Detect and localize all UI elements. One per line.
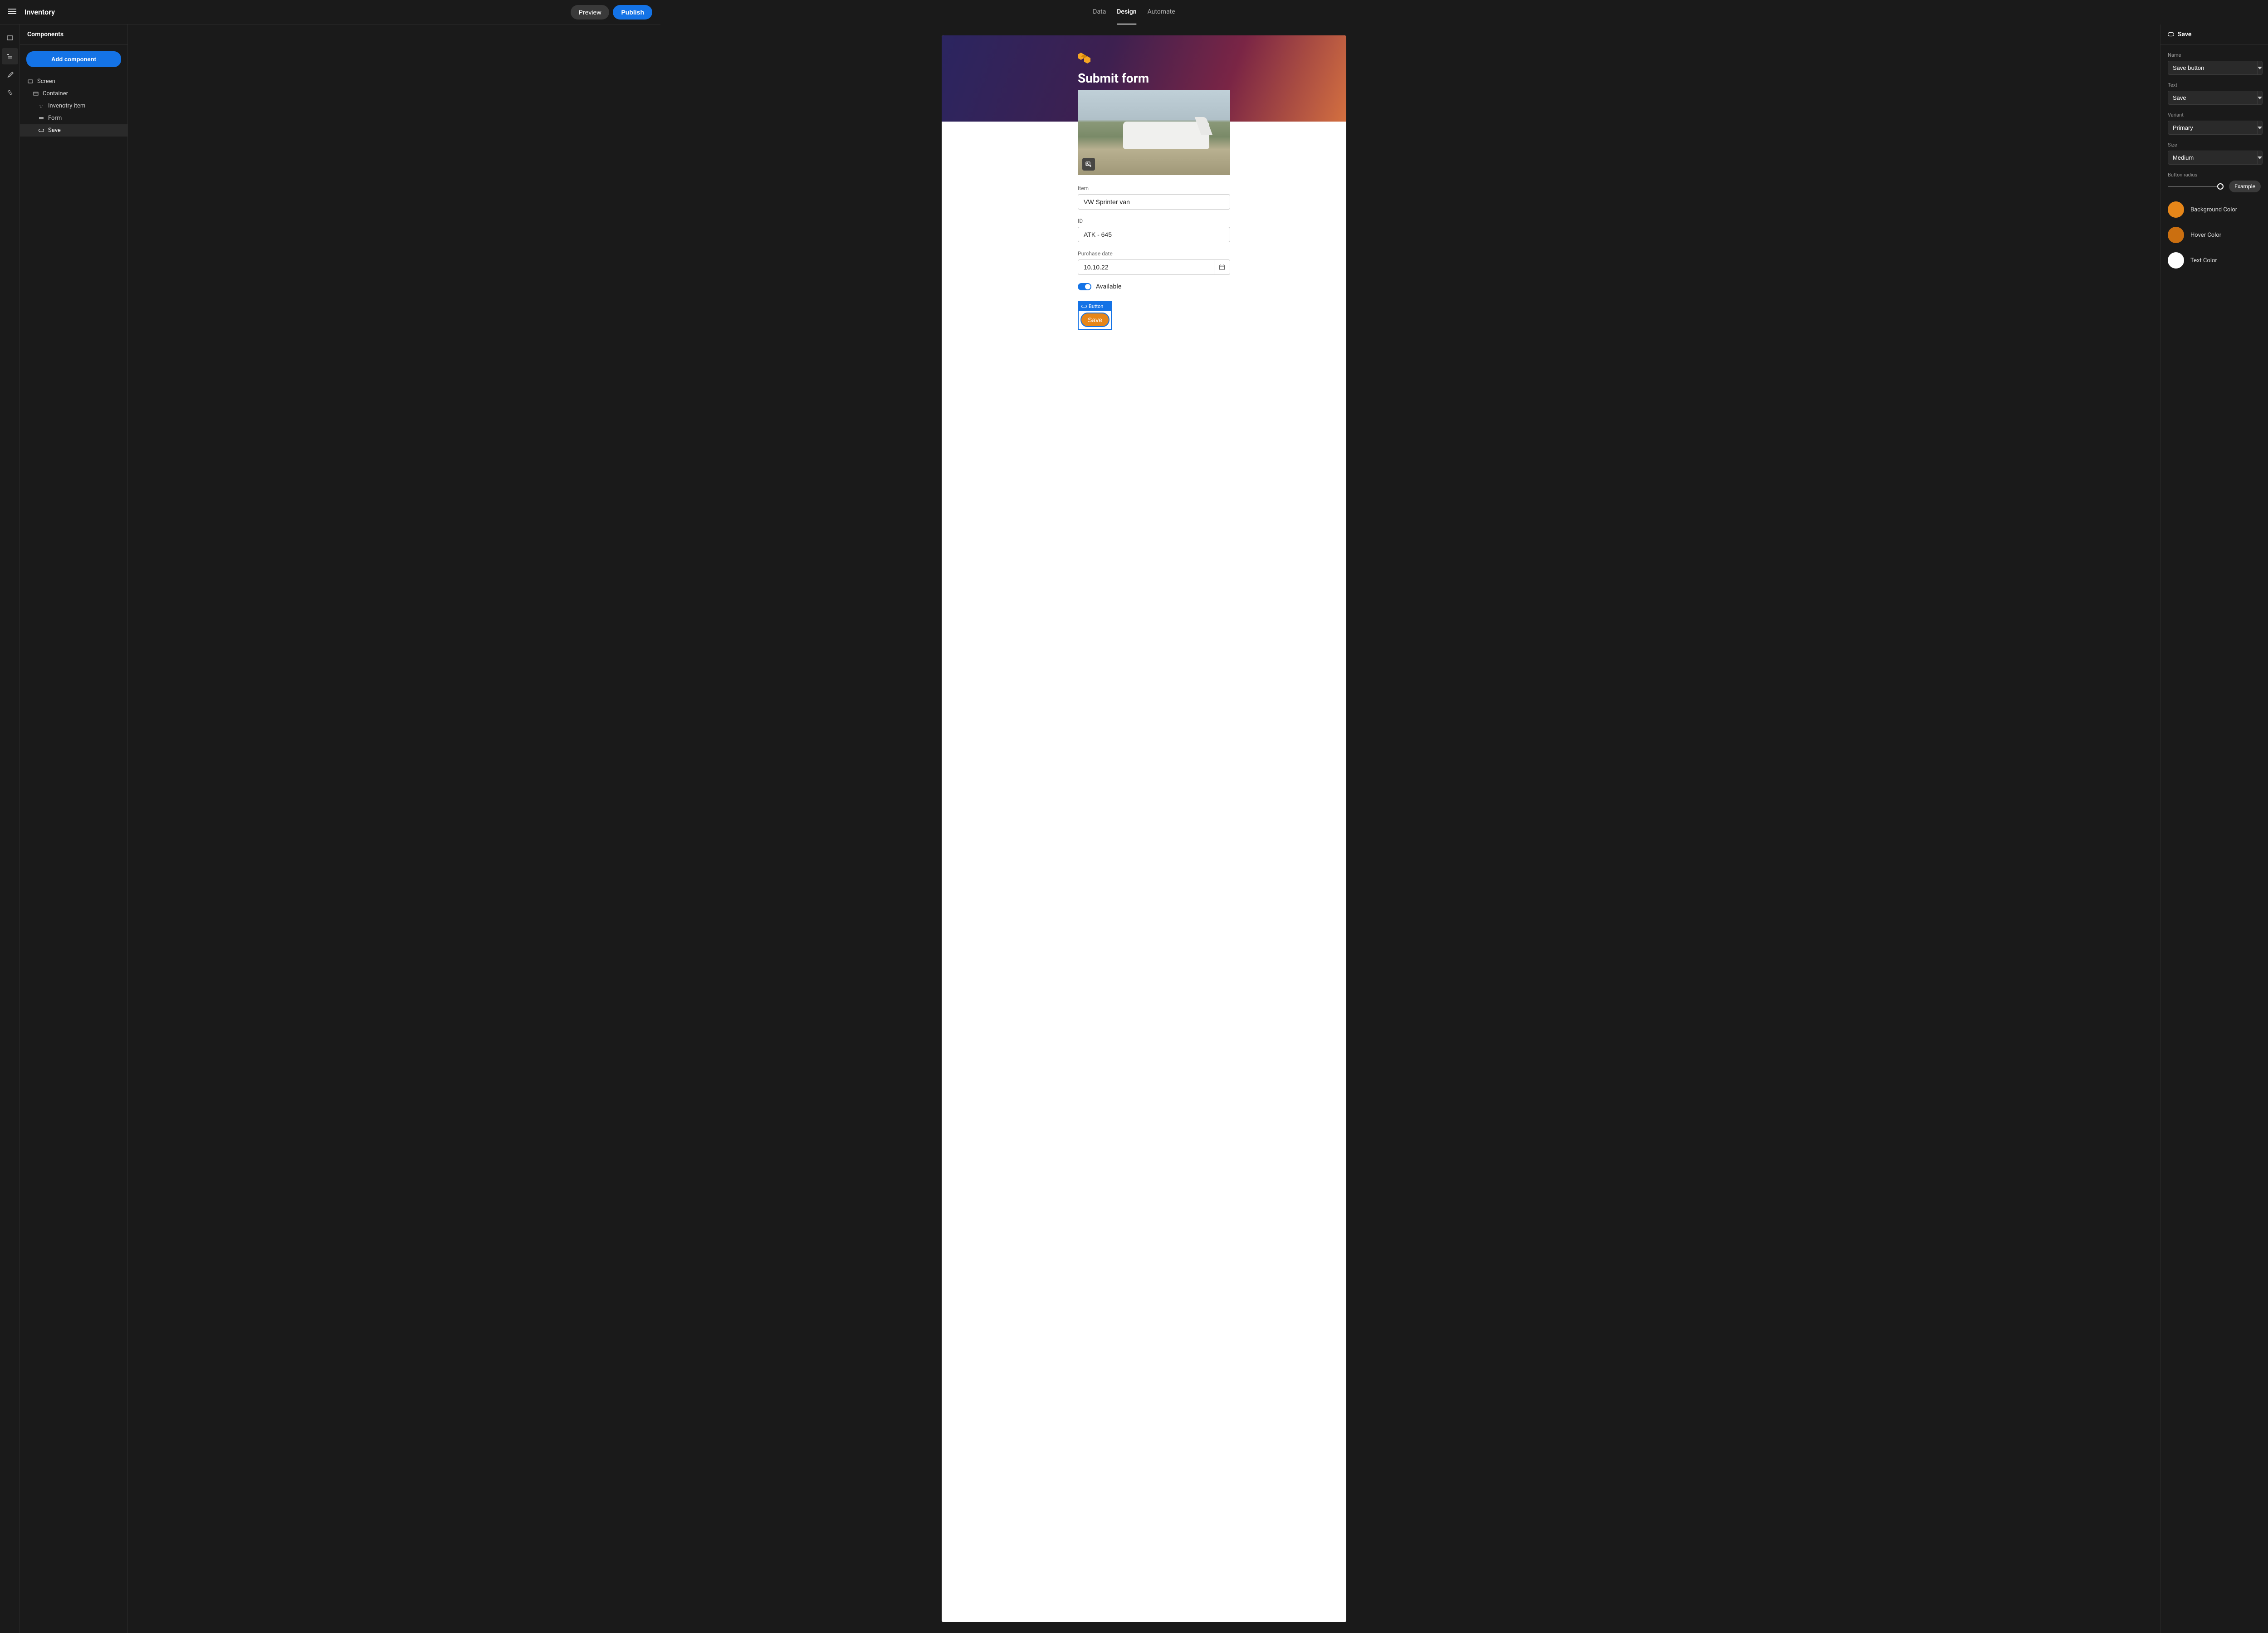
- hover-color-label: Hover Color: [2190, 232, 2221, 239]
- app-title: Inventory: [24, 8, 55, 16]
- tree-container[interactable]: Container: [20, 88, 127, 100]
- image-edit-icon[interactable]: [1082, 158, 1095, 171]
- topbar: Inventory Data Design Automate Preview P…: [0, 0, 660, 24]
- text-node-icon: T: [38, 103, 44, 109]
- components-header: Components: [20, 24, 127, 45]
- radius-label: Button radius: [2168, 172, 2261, 178]
- id-label: ID: [1078, 218, 1210, 224]
- tree-label: Container: [43, 90, 68, 97]
- top-actions: Preview Publish: [571, 5, 652, 20]
- tree-label: Screen: [37, 78, 55, 85]
- brush-icon[interactable]: [2, 66, 18, 83]
- screen-node-icon: [27, 78, 34, 85]
- size-select[interactable]: [2168, 151, 2258, 165]
- size-dropdown-icon[interactable]: [2258, 151, 2263, 165]
- container-node-icon: [33, 91, 39, 97]
- available-toggle[interactable]: [1078, 283, 1091, 290]
- tree-inventory-item[interactable]: T Invenotry item: [20, 100, 127, 112]
- add-component-button[interactable]: Add component: [26, 51, 121, 67]
- canvas-body: Item ID Purchase date Available: [942, 90, 1346, 348]
- properties-title: Save: [2178, 31, 2191, 38]
- tree-label: Save: [48, 127, 61, 134]
- example-chip: Example: [2229, 181, 2261, 192]
- date-input[interactable]: [1078, 259, 1214, 275]
- hero-logo-icon: [1078, 53, 1346, 65]
- calendar-icon[interactable]: [1214, 259, 1230, 275]
- nav-automate[interactable]: Automate: [1148, 0, 1175, 24]
- bg-color-swatch[interactable]: [2168, 201, 2184, 218]
- hover-color-row[interactable]: Hover Color: [2168, 227, 2261, 243]
- text-dropdown-icon[interactable]: [2258, 91, 2263, 105]
- hover-color-swatch[interactable]: [2168, 227, 2184, 243]
- selection-tag: Button: [1079, 302, 1111, 311]
- text-input[interactable]: [2168, 91, 2258, 105]
- button-icon: [2168, 32, 2174, 37]
- selected-element[interactable]: Button Save: [1078, 301, 1112, 330]
- text-color-label: Text Color: [2190, 257, 2217, 264]
- hamburger-icon[interactable]: [8, 7, 16, 17]
- text-color-row[interactable]: Text Color: [2168, 252, 2261, 269]
- bg-color-row[interactable]: Background Color: [2168, 201, 2261, 218]
- variant-label: Variant: [2168, 112, 2261, 118]
- components-panel: Components Add component Screen Containe…: [20, 24, 128, 1633]
- tree-save[interactable]: Save: [20, 124, 127, 137]
- link-icon[interactable]: [2, 84, 18, 101]
- tree-icon[interactable]: [2, 48, 18, 64]
- radius-slider[interactable]: [2168, 186, 2224, 187]
- preview-button[interactable]: Preview: [571, 5, 610, 20]
- properties-header: Save: [2160, 24, 2268, 45]
- nav-data[interactable]: Data: [1093, 0, 1106, 24]
- tree-label: Invenotry item: [48, 103, 85, 109]
- name-label: Name: [2168, 52, 2261, 58]
- nav-design[interactable]: Design: [1117, 0, 1136, 24]
- name-dropdown-icon[interactable]: [2258, 61, 2263, 75]
- left-rail: [0, 24, 20, 1633]
- form-node-icon: [38, 115, 44, 122]
- canvas: Submit form Item ID Purchase date: [942, 35, 1346, 1622]
- bg-color-label: Background Color: [2190, 206, 2237, 213]
- text-label: Text: [2168, 82, 2261, 88]
- tree-screen[interactable]: Screen: [20, 75, 127, 88]
- variant-select[interactable]: [2168, 121, 2258, 135]
- svg-text:T: T: [39, 104, 43, 109]
- tree-label: Form: [48, 115, 62, 122]
- hero-title: Submit form: [1078, 71, 1346, 86]
- text-color-swatch[interactable]: [2168, 252, 2184, 269]
- save-button[interactable]: Save: [1080, 313, 1110, 327]
- id-input[interactable]: [1078, 227, 1230, 242]
- item-label: Item: [1078, 185, 1210, 191]
- component-tree: Screen Container T Invenotry item Form S…: [20, 73, 127, 138]
- canvas-area: Submit form Item ID Purchase date: [128, 24, 2160, 1633]
- size-label: Size: [2168, 142, 2261, 148]
- button-node-icon: [38, 127, 44, 134]
- name-input[interactable]: [2168, 61, 2258, 75]
- item-input[interactable]: [1078, 194, 1230, 210]
- available-label: Available: [1096, 283, 1121, 290]
- tree-form[interactable]: Form: [20, 112, 127, 124]
- date-label: Purchase date: [1078, 250, 1210, 257]
- screen-icon[interactable]: [2, 30, 18, 46]
- hero-image[interactable]: [1078, 90, 1230, 175]
- publish-button[interactable]: Publish: [613, 5, 652, 20]
- top-nav: Data Design Automate: [1093, 0, 1175, 24]
- variant-dropdown-icon[interactable]: [2258, 121, 2263, 135]
- selection-tag-label: Button: [1089, 303, 1103, 309]
- properties-panel: Save Name Text Variant Size: [2160, 24, 2268, 1633]
